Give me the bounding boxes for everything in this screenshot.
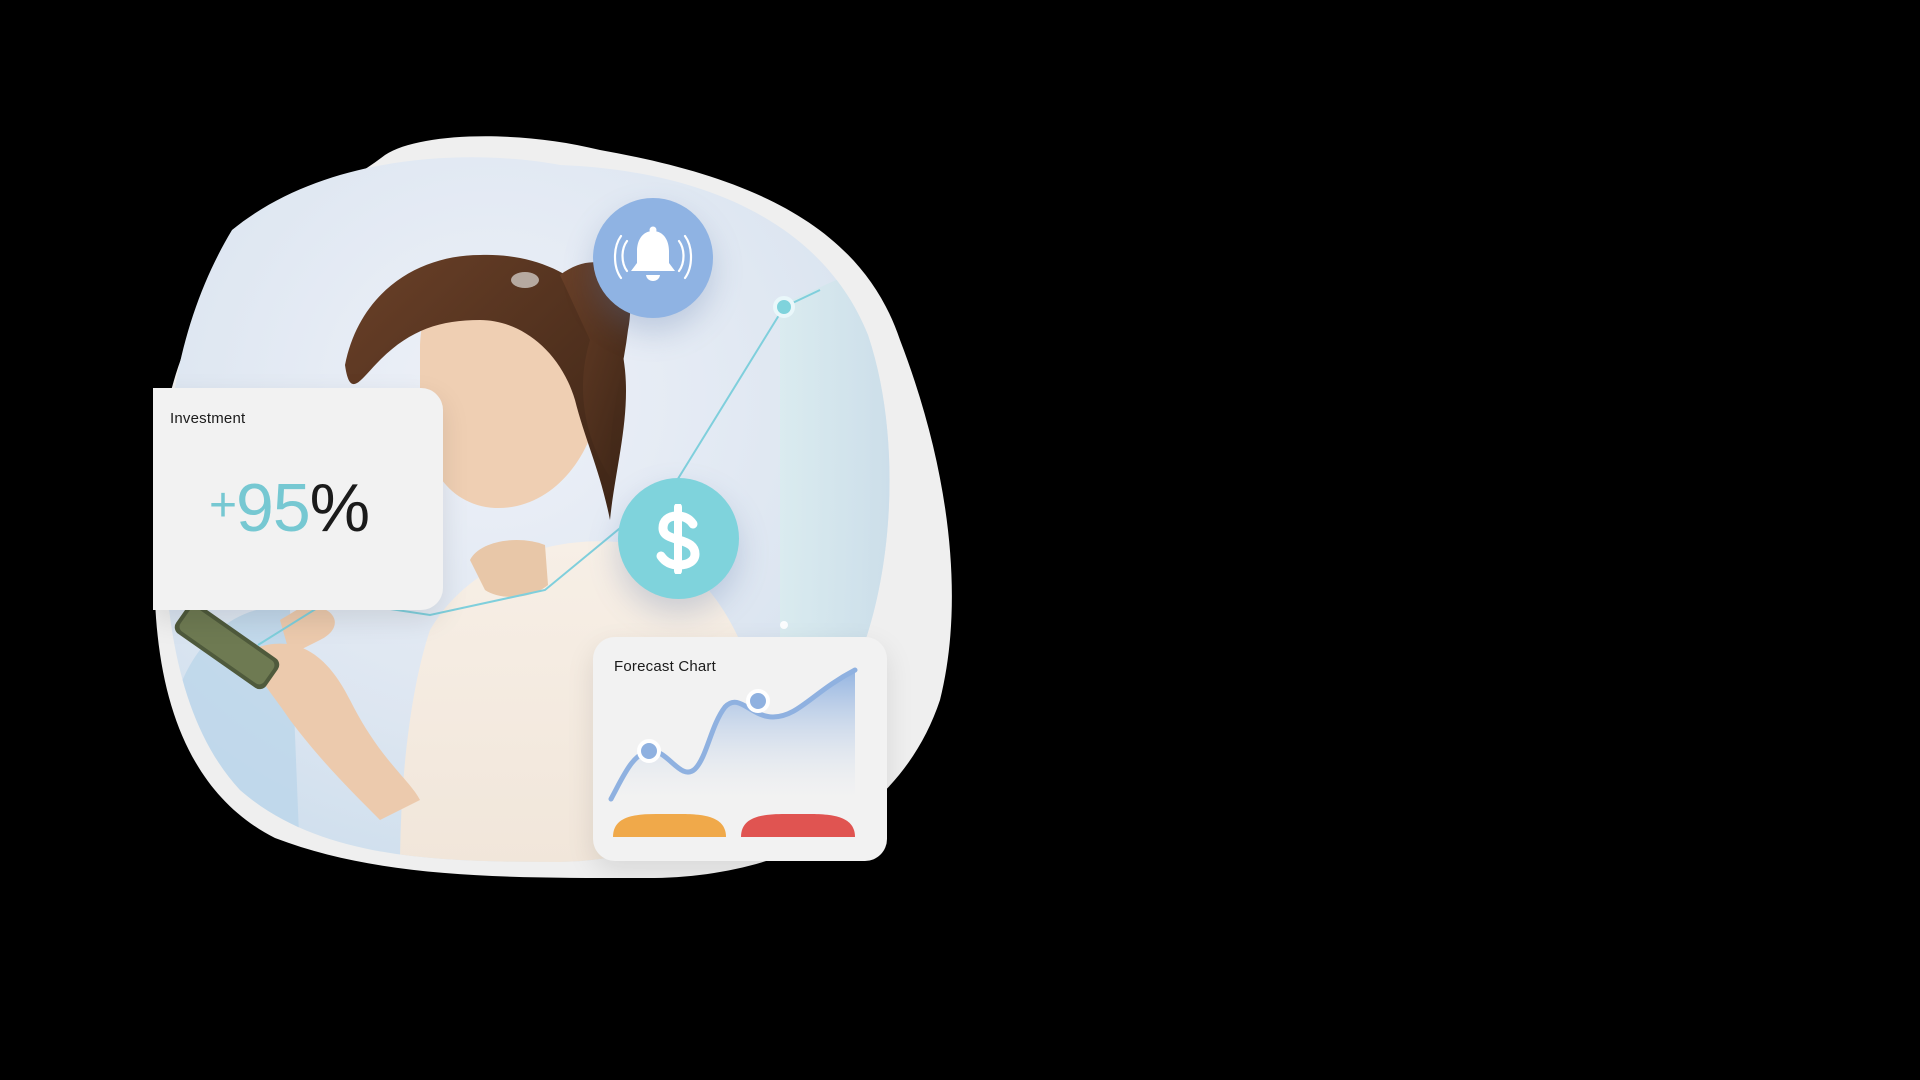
bell-icon: [613, 226, 693, 281]
forecast-bar-red: [741, 814, 855, 837]
investment-value-sign: +: [209, 479, 237, 532]
investment-value-number: 95: [236, 470, 311, 546]
money-button[interactable]: [618, 478, 739, 599]
investment-value: +95%: [209, 474, 370, 542]
notification-bell-button[interactable]: [593, 198, 713, 318]
hero-illustration: Investment +95% Forecast Chart: [0, 0, 1920, 1080]
investment-value-unit: %: [309, 470, 370, 546]
forecast-area: [611, 670, 855, 799]
investment-card-title: Investment: [170, 410, 246, 427]
forecast-point: [746, 689, 770, 713]
forecast-chart-card: Forecast Chart: [593, 637, 887, 861]
forecast-chart: [608, 667, 858, 837]
forecast-bar-orange: [613, 814, 726, 837]
dollar-icon: [656, 503, 700, 574]
chart-node: [773, 296, 795, 318]
forecast-point: [637, 739, 661, 763]
investment-card: Investment +95%: [153, 388, 443, 610]
